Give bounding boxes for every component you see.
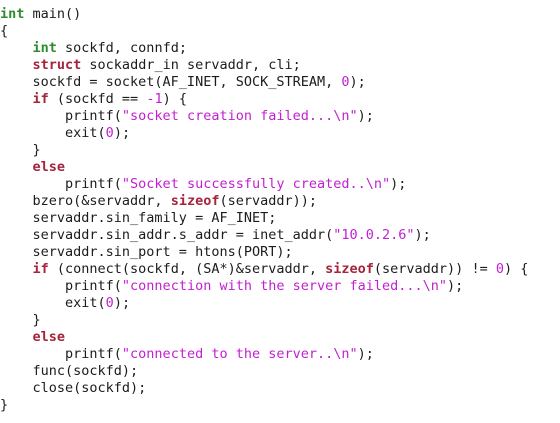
code-token: (connect(sockfd, (SA*)&servaddr, [48,261,326,277]
code-token: } [0,312,41,328]
code-line: } [0,397,528,414]
code-token: bzero(&servaddr, [0,193,171,209]
code-line: } [0,142,528,159]
code-line: if (connect(sockfd, (SA*)&servaddr, size… [0,261,529,278]
code-token: ); [390,176,407,192]
code-token: else [32,159,66,175]
code-token: ) { [162,91,187,107]
code-token: printf( [0,346,122,362]
code-token: 0 [495,261,504,277]
code-token: int [32,40,57,56]
code-token: ); [113,295,131,311]
code-token: servaddr.sin_port = htons(PORT); [0,244,293,260]
code-token: "connection with the server failed...\n" [121,278,448,294]
code-line: sockfd = socket(AF_INET, SOCK_STREAM, 0)… [0,74,528,91]
code-line: int sockfd, connfd; [0,40,528,57]
code-token: ); [113,125,131,141]
code-token: sockfd = socket(AF_INET, SOCK_STREAM, [0,74,342,90]
code-line: printf("connected to the server..\n"); [0,346,528,363]
code-line: exit(0); [0,295,528,312]
code-line: } [0,312,528,329]
code-token: 0 [105,125,114,141]
code-token: exit( [0,295,106,311]
code-token: ); [349,74,366,90]
code-line: servaddr.sin_addr.s_addr = inet_addr("10… [0,227,528,244]
code-token: printf( [0,278,122,294]
code-token: int [0,6,25,22]
code-token: func(sockfd); [0,363,139,379]
code-token: "connected to the server..\n" [121,346,358,362]
code-token: ); [414,227,431,243]
code-token: printf( [0,108,122,124]
code-token: 0 [105,295,114,311]
code-token: exit( [0,125,106,141]
code-token: sizeof [325,261,374,277]
code-token: sizeof [170,193,220,209]
code-token: if [32,261,49,277]
code-line: else [0,159,528,176]
code-line: exit(0); [0,125,528,142]
code-line: func(sockfd); [0,363,528,380]
code-token: ); [357,346,374,362]
code-token: printf( [0,176,122,192]
code-token: "10.0.2.6" [333,227,415,243]
code-token: close(sockfd); [0,380,147,396]
code-token: -1 [146,91,163,107]
code-token: (sockfd == [48,91,147,107]
code-token: servaddr.sin_family = AF_INET; [0,210,277,226]
code-token: } [0,142,41,158]
code-token: (servaddr)) != [373,261,496,277]
code-line: close(sockfd); [0,380,528,397]
code-token: else [32,329,66,345]
code-token: servaddr.sin_addr.s_addr = inet_addr( [0,227,334,243]
code-token: ); [447,278,464,294]
code-token: (servaddr)); [219,193,318,209]
code-token: ); [357,108,374,124]
code-token: 0 [341,74,350,90]
code-line: servaddr.sin_port = htons(PORT); [0,244,528,261]
code-line: else [0,329,528,346]
code-line: if (sockfd == -1) { [0,91,528,108]
code-editor[interactable]: int main(){ int sockfd, connfd; struct s… [0,6,528,414]
code-token: { [0,23,9,39]
code-line: int main() [0,6,528,23]
code-token: struct [32,57,82,73]
code-line: printf("socket creation failed...\n"); [0,108,528,125]
code-token: if [32,91,49,107]
code-token: "socket creation failed...\n" [121,108,358,124]
code-token: ) { [503,261,529,277]
code-token: sockaddr_in servaddr, cli; [81,57,301,73]
code-line: { [0,23,528,40]
code-token: "Socket successfully created..\n" [121,176,391,192]
code-token: } [0,397,9,413]
code-line: servaddr.sin_family = AF_INET; [0,210,528,227]
code-token: sockfd, connfd; [56,40,187,56]
code-line: printf("Socket successfully created..\n"… [0,176,528,193]
code-token: main() [24,6,82,22]
code-line: printf("connection with the server faile… [0,278,528,295]
code-line: struct sockaddr_in servaddr, cli; [0,57,528,74]
code-line: bzero(&servaddr, sizeof(servaddr)); [0,193,528,210]
